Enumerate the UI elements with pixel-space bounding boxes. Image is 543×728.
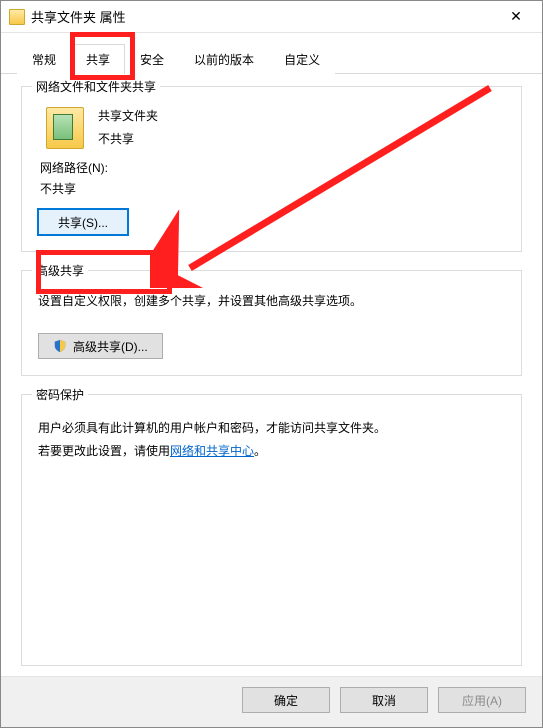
password-line2-suffix: 。 (254, 444, 266, 458)
network-path-value: 不共享 (40, 180, 507, 197)
titlebar: 共享文件夹 属性 ✕ (1, 1, 542, 33)
advanced-description: 设置自定义权限，创建多个共享，并设置其他高级共享选项。 (38, 291, 505, 311)
group-network-legend: 网络文件和文件夹共享 (32, 78, 160, 95)
password-line2: 若要更改此设置，请使用网络和共享中心。 (38, 440, 505, 463)
shared-item-info: 共享文件夹 不共享 (36, 107, 507, 149)
network-sharing-center-link[interactable]: 网络和共享中心 (170, 444, 254, 458)
tab-content: 网络文件和文件夹共享 共享文件夹 不共享 网络路径(N): 不共享 共享(S).… (1, 74, 542, 676)
group-password-protection: 密码保护 用户必须具有此计算机的用户帐户和密码，才能访问共享文件夹。 若要更改此… (21, 394, 522, 666)
group-password-legend: 密码保护 (32, 386, 88, 403)
tab-sharing[interactable]: 共享 (71, 44, 125, 74)
shared-item-status: 不共享 (98, 130, 158, 147)
network-path-label: 网络路径(N): (40, 159, 507, 176)
folder-icon (9, 9, 25, 25)
properties-dialog: 共享文件夹 属性 ✕ 常规 共享 安全 以前的版本 自定义 网络文件和文件夹共享… (0, 0, 543, 728)
shared-item-name: 共享文件夹 (98, 107, 158, 124)
tab-general[interactable]: 常规 (17, 44, 71, 74)
ok-button[interactable]: 确定 (242, 687, 330, 713)
tab-previous-versions[interactable]: 以前的版本 (179, 44, 269, 74)
apply-button[interactable]: 应用(A) (438, 687, 526, 713)
cancel-button[interactable]: 取消 (340, 687, 428, 713)
folder-large-icon (46, 107, 84, 149)
shield-icon (53, 339, 67, 353)
tabstrip: 常规 共享 安全 以前的版本 自定义 (1, 33, 542, 74)
advanced-share-button-label: 高级共享(D)... (73, 338, 148, 355)
close-button[interactable]: ✕ (494, 2, 538, 32)
password-line2-prefix: 若要更改此设置，请使用 (38, 444, 170, 458)
dialog-footer: 确定 取消 应用(A) (1, 676, 542, 727)
share-button[interactable]: 共享(S)... (38, 209, 128, 235)
advanced-share-button[interactable]: 高级共享(D)... (38, 333, 163, 359)
tab-customize[interactable]: 自定义 (269, 44, 335, 74)
group-advanced-legend: 高级共享 (32, 262, 88, 279)
password-line1: 用户必须具有此计算机的用户帐户和密码，才能访问共享文件夹。 (38, 417, 505, 440)
tab-security[interactable]: 安全 (125, 44, 179, 74)
group-advanced-sharing: 高级共享 设置自定义权限，创建多个共享，并设置其他高级共享选项。 高级共享(D)… (21, 270, 522, 376)
group-network-sharing: 网络文件和文件夹共享 共享文件夹 不共享 网络路径(N): 不共享 共享(S).… (21, 86, 522, 252)
window-title: 共享文件夹 属性 (31, 7, 494, 26)
